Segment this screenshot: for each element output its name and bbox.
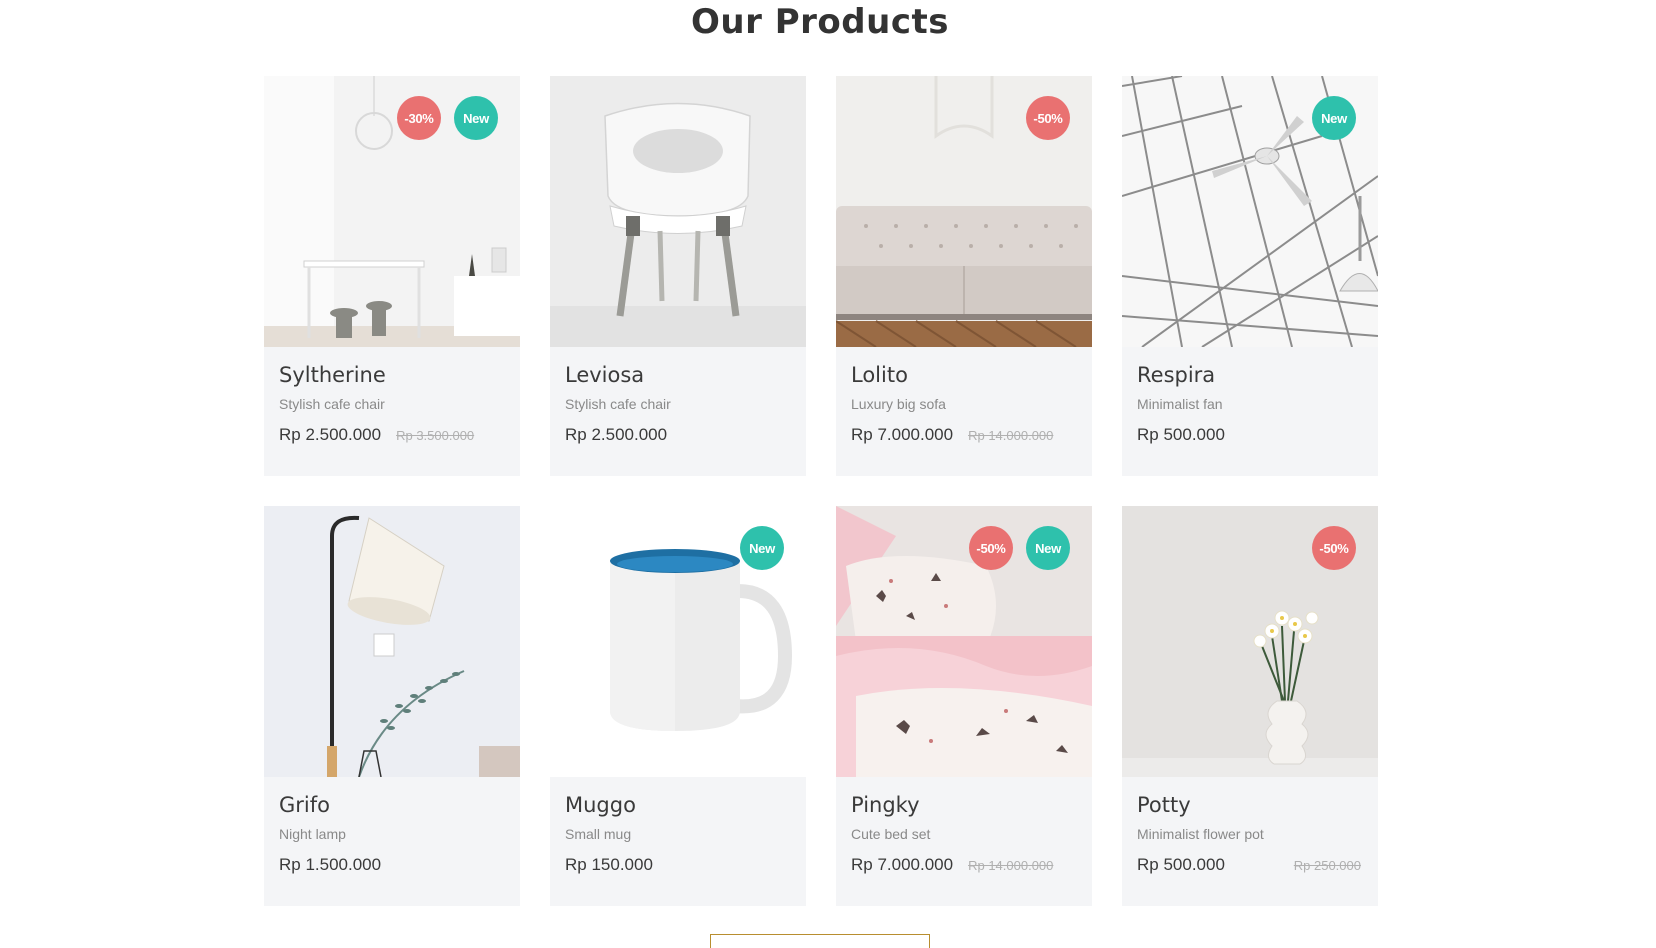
new-badge: New bbox=[740, 526, 784, 570]
discount-badge: -30% bbox=[397, 96, 441, 140]
product-name: Grifo bbox=[279, 793, 330, 817]
product-card[interactable]: New Muggo Small mug Rp 150.000 bbox=[550, 506, 806, 906]
product-price: Rp 150.000 bbox=[565, 855, 653, 874]
discount-badge: -50% bbox=[969, 526, 1013, 570]
product-card[interactable]: Leviosa Stylish cafe chair Rp 2.500.000 bbox=[550, 76, 806, 476]
product-grid: -30% New Syltherine Stylish cafe chair R… bbox=[264, 76, 1378, 906]
product-name: Pingky bbox=[851, 793, 920, 817]
bed-set-image: -50% New bbox=[836, 506, 1092, 777]
product-description: Minimalist fan bbox=[1137, 396, 1223, 412]
product-name: Syltherine bbox=[279, 363, 386, 387]
page-title: Our Products bbox=[691, 2, 949, 42]
flower-pot-image: -50% bbox=[1122, 506, 1378, 777]
product-card[interactable]: -50% Potty Minimalist flower pot Rp 500.… bbox=[1122, 506, 1378, 906]
product-name: Lolito bbox=[851, 363, 908, 387]
discount-badge: -50% bbox=[1312, 526, 1356, 570]
mug-image: New bbox=[550, 506, 806, 777]
product-name: Muggo bbox=[565, 793, 636, 817]
product-name: Respira bbox=[1137, 363, 1216, 387]
floor-lamp-image bbox=[264, 506, 520, 777]
show-more-button[interactable] bbox=[710, 934, 930, 948]
product-price: Rp 2.500.000 bbox=[565, 425, 668, 444]
product-description: Small mug bbox=[565, 826, 632, 842]
product-card[interactable]: -50% Lolito Luxury big sofa Rp 7.000.000… bbox=[836, 76, 1092, 476]
product-name: Leviosa bbox=[565, 363, 645, 387]
product-old-price: Rp 14.000.000 bbox=[968, 858, 1054, 873]
product-price: Rp 7.000.000 bbox=[851, 425, 954, 444]
product-description: Stylish cafe chair bbox=[279, 396, 385, 412]
new-badge: New bbox=[1026, 526, 1070, 570]
product-card[interactable]: Grifo Night lamp Rp 1.500.000 bbox=[264, 506, 520, 906]
sofa-image: -50% bbox=[836, 76, 1092, 347]
product-description: Stylish cafe chair bbox=[565, 396, 671, 412]
product-old-price: Rp 250.000 bbox=[1293, 858, 1361, 873]
ceiling-fan-image: New bbox=[1122, 76, 1378, 347]
discount-badge: -50% bbox=[1026, 96, 1070, 140]
product-old-price: Rp 3.500.000 bbox=[396, 428, 475, 443]
product-description: Minimalist flower pot bbox=[1137, 826, 1264, 842]
product-price: Rp 500.000 bbox=[1137, 425, 1225, 444]
product-description: Cute bed set bbox=[851, 826, 931, 842]
product-card[interactable]: -30% New Syltherine Stylish cafe chair R… bbox=[264, 76, 520, 476]
product-name: Potty bbox=[1137, 793, 1191, 817]
new-badge: New bbox=[1312, 96, 1356, 140]
product-old-price: Rp 14.000.000 bbox=[968, 428, 1054, 443]
product-card[interactable]: -50% New Pingky Cute bed set Rp 7.000.00… bbox=[836, 506, 1092, 906]
product-price: Rp 1.500.000 bbox=[279, 855, 382, 874]
new-badge: New bbox=[454, 96, 498, 140]
product-description: Night lamp bbox=[279, 826, 346, 842]
product-price: Rp 7.000.000 bbox=[851, 855, 954, 874]
product-price: Rp 500.000 bbox=[1137, 855, 1225, 874]
product-price: Rp 2.500.000 bbox=[279, 425, 382, 444]
product-card[interactable]: New Respira Minimalist fan Rp 500.000 bbox=[1122, 76, 1378, 476]
product-description: Luxury big sofa bbox=[851, 396, 946, 412]
room-table-image: -30% New bbox=[264, 76, 520, 347]
white-chair-image bbox=[550, 76, 806, 347]
